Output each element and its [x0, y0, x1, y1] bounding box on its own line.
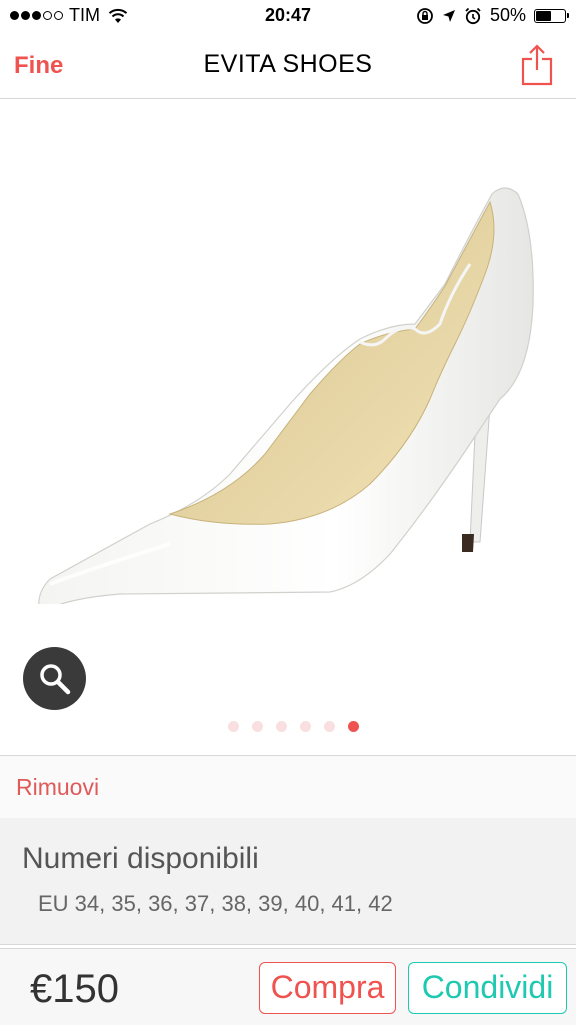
- share-icon: [521, 44, 553, 86]
- page-dot[interactable]: [275, 721, 287, 732]
- available-sizes-section: Numeri disponibili EU 34, 35, 36, 37, 38…: [0, 818, 576, 945]
- battery-icon: [534, 8, 569, 23]
- alarm-icon: [465, 7, 481, 24]
- product-image: [38, 187, 534, 604]
- status-bar: TIM 20:47 50%: [0, 0, 576, 32]
- product-gallery[interactable]: [0, 99, 576, 754]
- page-dot[interactable]: [299, 721, 311, 732]
- remove-button[interactable]: Rimuovi: [16, 774, 99, 801]
- page-dot[interactable]: [251, 721, 263, 732]
- battery-percent: 50%: [489, 5, 526, 25]
- page-dot[interactable]: [323, 721, 335, 732]
- remove-row[interactable]: Rimuovi: [0, 755, 576, 819]
- price-label: €150: [30, 967, 119, 1011]
- available-sizes-list: EU 34, 35, 36, 37, 38, 39, 40, 41, 42: [38, 891, 393, 916]
- status-right: 50%: [416, 5, 569, 26]
- zoom-button[interactable]: [23, 647, 86, 710]
- page-indicator[interactable]: [0, 721, 576, 732]
- page-dot-active[interactable]: [347, 721, 359, 732]
- page-title: EVITA SHOES: [203, 50, 373, 78]
- bottom-action-bar: €150 Compra Condividi: [0, 948, 576, 1025]
- share-button[interactable]: [520, 42, 554, 88]
- share-text-button[interactable]: Condividi: [408, 962, 567, 1014]
- page-dot[interactable]: [227, 721, 239, 732]
- buy-button[interactable]: Compra: [259, 962, 396, 1014]
- location-arrow-icon: [442, 9, 455, 22]
- navigation-bar: Fine EVITA SHOES: [0, 32, 576, 99]
- magnifier-icon: [40, 664, 71, 695]
- available-sizes-title: Numeri disponibili: [22, 842, 259, 875]
- rotation-lock-icon: [417, 7, 433, 24]
